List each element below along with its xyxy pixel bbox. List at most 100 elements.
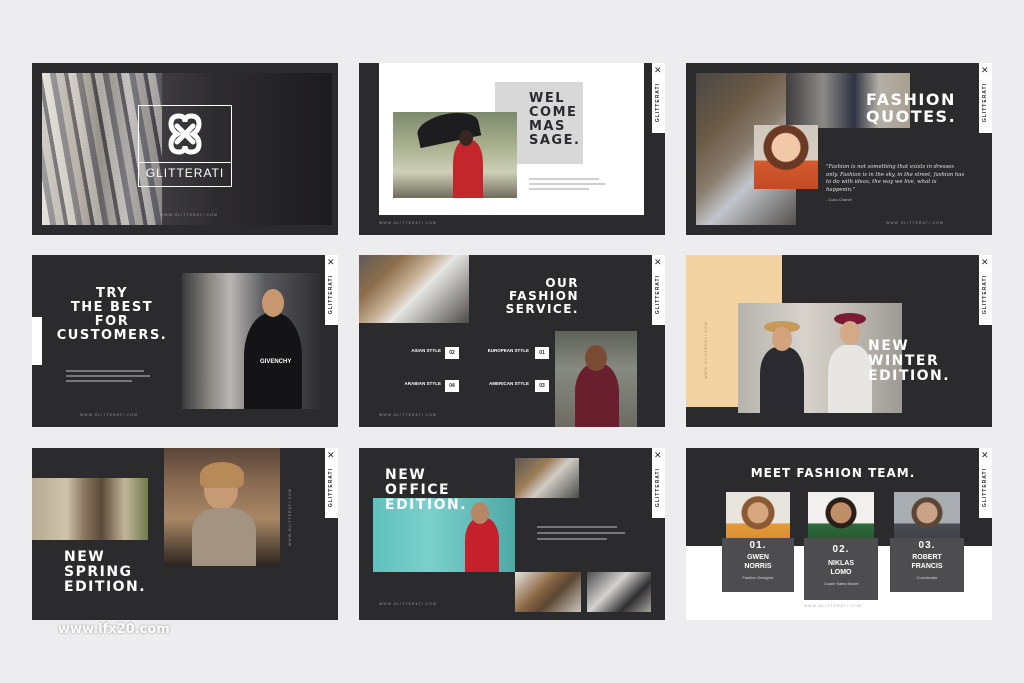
service-item[interactable]: ARABIAN STYLE 04 (399, 380, 461, 392)
text-line (537, 526, 617, 528)
member-role: Fashion Designer (742, 575, 774, 580)
side-tag-label: GLITTERATI (328, 275, 334, 315)
man-head (262, 289, 284, 317)
team-member-card[interactable]: 01. GWEN NORRIS Fashion Designer (722, 492, 794, 592)
member-last-name: FRANCIS (911, 563, 943, 570)
footer-url: WWW.GLITTERATI.COM (80, 413, 138, 417)
service-number: 01 (535, 347, 549, 359)
title-line: QUOTES. (866, 107, 957, 127)
man-red-shirt (465, 518, 499, 572)
logo-box: GLITTERATI (138, 105, 232, 187)
man-head (471, 502, 489, 524)
footer-url: WWW.GLITTERATI.COM (160, 213, 218, 217)
watermark-text: www.lfx20.com (58, 622, 170, 637)
title-line: NEW (868, 338, 910, 354)
member-photo (726, 492, 790, 544)
winter-title: NEW WINTER EDITION. (868, 338, 950, 384)
team-member-card[interactable]: 02. NIKLAS LOMO Coach Sales Model (804, 492, 878, 602)
man-storefront-photo: GIVENCHY (182, 273, 320, 409)
woman-head (585, 345, 607, 371)
woman-hair (200, 462, 244, 488)
logo-divider (139, 162, 231, 163)
slide-team[interactable]: MEET FASHION TEAM. 01. GWEN NORRIS Fashi… (686, 448, 992, 620)
member-role: Coach Sales Model (823, 581, 859, 586)
member-photo (894, 492, 960, 544)
title-line: SERVICE. (505, 301, 579, 316)
footer-url: WWW.GLITTERATI.COM (704, 321, 708, 379)
footer-url: WWW.GLITTERATI.COM (379, 413, 437, 417)
member-photo (808, 492, 874, 544)
woman-red-coat (453, 140, 483, 198)
service-item[interactable]: ASIAN STYLE 02 (399, 347, 461, 359)
service-label: ASIAN STYLE (411, 348, 441, 353)
title-line: NEW (385, 467, 427, 483)
title-line: COME (529, 105, 578, 121)
brand-name: GLITTERATI (145, 166, 225, 180)
service-number: 02 (445, 347, 459, 359)
service-label: AMERICAN STYLE (488, 381, 529, 386)
title-line: OFFICE (385, 482, 451, 499)
title-line: SAGE. (529, 133, 581, 149)
woman-portrait-photo (754, 125, 818, 189)
member-first-name: ROBERT (912, 554, 942, 561)
title-line: MAS (529, 119, 566, 135)
title-line: THE BEST (70, 300, 154, 316)
brand-x-icon: ✕ (654, 66, 662, 76)
service-label: EUROPEAN STYLE (487, 348, 529, 353)
umbrella-woman-photo (393, 112, 517, 198)
title-line: WEL (529, 91, 566, 106)
title-line: SPRING (64, 564, 133, 581)
member-role: Coordinator (916, 575, 938, 580)
member-last-name: LOMO (830, 569, 852, 576)
shirt-print: GIVENCHY (260, 359, 292, 365)
man-left-head (772, 327, 792, 351)
text-line (66, 380, 132, 382)
man-right-head (840, 321, 860, 345)
footer-url: WWW.GLITTERATI.COM (379, 221, 437, 225)
side-tag: ✕ GLITTERATI (979, 255, 992, 325)
member-first-name: GWEN (747, 554, 769, 561)
text-line (529, 178, 599, 180)
slide-try-best[interactable]: TRY THE BEST FOR CUSTOMERS. GIVENCHY ✕ GL… (32, 255, 338, 427)
side-tag-label: GLITTERATI (982, 275, 988, 315)
white-accent-bar (32, 317, 42, 365)
slide-winter[interactable]: NEW WINTER EDITION. ✕ GLITTERATI WWW.GLIT… (686, 255, 992, 427)
stone-house-photo (32, 478, 148, 540)
slide-cover[interactable]: GLITTERATI WWW.GLITTERATI.COM (32, 63, 338, 235)
side-tag-label: GLITTERATI (655, 468, 661, 508)
title-line: TRY (95, 286, 129, 301)
brand-x-icon: ✕ (654, 451, 662, 461)
title-line: FOR (94, 314, 130, 330)
title-line: FASHION (508, 288, 579, 303)
service-item[interactable]: AMERICAN STYLE 03 (479, 380, 551, 392)
woman-sweater-photo (555, 331, 637, 427)
text-line (66, 375, 150, 377)
team-member-card[interactable]: 03. ROBERT FRANCIS Coordinator (890, 492, 964, 592)
footer-url: WWW.GLITTERATI.COM (804, 604, 862, 608)
quote-author: - Coco Chanel (826, 197, 852, 202)
title-line: FASHION (866, 90, 956, 109)
slide-quotes[interactable]: FASHION QUOTES. "Fashion is not somethin… (686, 63, 992, 235)
woman-sunglasses-photo (164, 448, 280, 566)
title-line: CUSTOMERS. (56, 328, 168, 344)
flatlay-photo (359, 255, 469, 323)
side-tag: ✕ GLITTERATI (652, 448, 665, 518)
woman-head (459, 130, 473, 146)
office-title: NEW OFFICE EDITION. (385, 467, 468, 514)
side-tag-label: GLITTERATI (982, 83, 988, 123)
member-first-name: NIKLAS (827, 560, 855, 567)
member-number: 03. (918, 540, 936, 551)
woman-top (192, 508, 256, 566)
slide-welcome[interactable]: WEL COME MAS SAGE. ✕ GLITTERATI WWW.GLITT… (359, 63, 665, 235)
side-tag: ✕ GLITTERATI (325, 448, 338, 518)
service-item[interactable]: EUROPEAN STYLE 01 (479, 347, 551, 359)
slide-service[interactable]: OUR FASHION SERVICE. ASIAN STYLE 02 EURO… (359, 255, 665, 427)
slide-spring[interactable]: NEW SPRING EDITION. WWW.GLITTERATI.COM ✕… (32, 448, 338, 620)
slide-office[interactable]: NEW OFFICE EDITION. ✕ GLITTERATI WWW.GLIT… (359, 448, 665, 620)
sneakers-photo (587, 572, 651, 612)
title-line: EDITION. (385, 497, 468, 514)
shoes-bag-photo (515, 572, 581, 612)
text-line (66, 370, 144, 372)
flatlay-photo (515, 458, 579, 498)
brand-x-icon: ✕ (981, 451, 989, 461)
